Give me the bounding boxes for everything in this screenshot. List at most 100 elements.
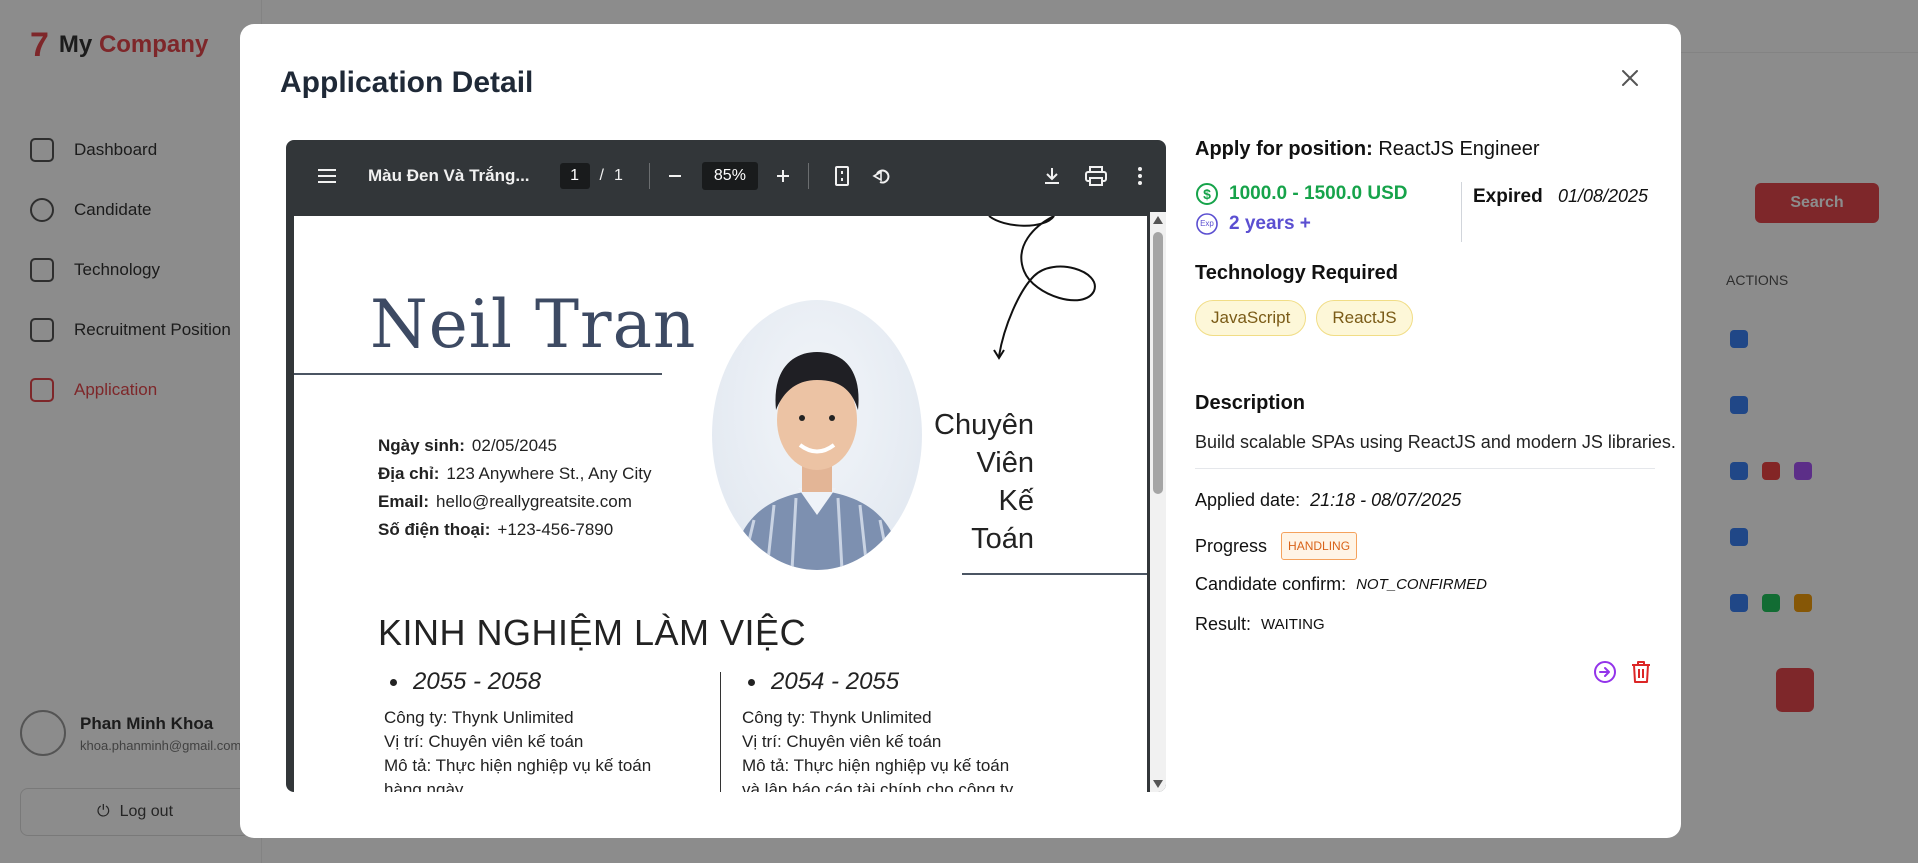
info-row: Số điện thoại: +123-456-7890 [378, 516, 651, 544]
progress-label: Progress [1195, 535, 1268, 556]
zoom-in-button[interactable] [768, 161, 798, 191]
proceed-button[interactable] [1591, 658, 1619, 686]
info-label: Số điện thoại: [378, 520, 491, 539]
modal-title: Application Detail [280, 66, 534, 99]
scrollbar-thumb[interactable] [1153, 232, 1163, 494]
salary-range: 1000.0 - 1500.0 USD [1229, 183, 1408, 204]
meta-divider [1461, 182, 1462, 242]
experience-item: 2054 - 2055 Công ty: Thynk Unlimited Vị … [736, 668, 1013, 792]
pdf-file-name: Màu Đen Và Trắng... [368, 166, 530, 185]
job-meta: $ 1000.0 - 1500.0 USD Exp 2 years + Expi… [1195, 182, 1655, 244]
column-divider [720, 672, 721, 792]
experience-years: 2054 - 2055 [736, 668, 1013, 696]
applied-value: 21:18 - 08/07/2025 [1310, 490, 1462, 510]
technology-tag: ReactJS [1316, 300, 1413, 336]
resume-photo [712, 300, 922, 570]
menu-icon[interactable] [312, 161, 342, 191]
result-label: Result: [1195, 614, 1252, 634]
confirm-value: NOT_CONFIRMED [1356, 576, 1487, 593]
toolbar-divider [648, 163, 650, 189]
position-name: ReactJS Engineer [1378, 138, 1540, 160]
description-title: Description [1195, 392, 1306, 414]
zoom-out-button[interactable] [660, 161, 690, 191]
experience-icon: Exp [1195, 212, 1219, 236]
application-details: Apply for position: ReactJS Engineer $ 1… [1195, 138, 1676, 683]
rotate-icon [872, 169, 890, 184]
resume-contact-info: Ngày sinh: 02/05/2045 Địa chỉ: 123 Anywher… [378, 432, 651, 544]
resume-name: Neil Tran [370, 286, 697, 363]
more-options-button[interactable] [1125, 161, 1155, 191]
experience-line: Vị trí: Chuyên viên kế toán [384, 732, 584, 751]
experience-line: Công ty: Thynk Unlimited [384, 708, 574, 727]
expired-value: 01/08/2025 [1557, 186, 1649, 206]
info-value: hello@reallygreatsite.com [436, 492, 632, 511]
apply-position: Apply for position: ReactJS Engineer [1195, 138, 1655, 161]
decorative-swirl [988, 216, 1096, 360]
minus-icon [668, 175, 681, 177]
application-detail-modal: Application Detail Màu Đen Và Trắng... 1… [240, 24, 1681, 838]
download-button[interactable] [1037, 161, 1067, 191]
experience-years: 2055 - 2058 [378, 668, 651, 696]
experience-required: Exp 2 years + [1195, 212, 1311, 236]
experience-line: hàng ngày. [384, 780, 467, 792]
experience-item: 2055 - 2058 Công ty: Thynk Unlimited Vị … [378, 668, 651, 792]
info-row: Email: hello@reallygreatsite.com [378, 488, 651, 516]
salary: $ 1000.0 - 1500.0 USD [1195, 182, 1408, 206]
technology-title: Technology Required [1195, 262, 1398, 284]
info-row: Địa chỉ: 123 Anywhere St., Any City [378, 460, 651, 488]
application-actions [1195, 658, 1655, 688]
role-line: Toán [971, 523, 1034, 555]
experience-years-text: 2055 - 2058 [413, 668, 542, 695]
divider [962, 573, 1147, 575]
fit-page-icon [834, 166, 849, 186]
delete-button[interactable] [1627, 658, 1655, 686]
page-separator: / [599, 167, 604, 184]
expired-date: Expired 01/08/2025 [1473, 186, 1648, 208]
pdf-scrollbar[interactable] [1150, 212, 1166, 792]
divider [294, 373, 662, 375]
toolbar-divider [807, 163, 809, 189]
arrow-right-circle-icon [1594, 661, 1616, 683]
candidate-confirm: Candidate confirm: NOT_CONFIRMED [1195, 574, 1487, 595]
pdf-viewer[interactable]: Màu Đen Và Trắng... 1 / 1 85% Neil Tran … [286, 140, 1166, 792]
info-value: 02/05/2045 [471, 436, 557, 455]
experience-value: 2 years + [1229, 213, 1311, 234]
progress: Progress HANDLING [1195, 530, 1358, 562]
resume-section-title: KINH NGHIỆM LÀM VIỆC [378, 612, 807, 653]
info-row: Ngày sinh: 02/05/2045 [378, 432, 651, 460]
rotate-button[interactable] [867, 161, 897, 191]
experience-years-text: 2054 - 2055 [771, 668, 900, 695]
experience-line: Công ty: Thynk Unlimited [742, 708, 932, 727]
experience-line: và lập báo cáo tài chính cho công ty [742, 780, 1014, 792]
info-value: 123 Anywhere St., Any City [446, 464, 652, 483]
dollar-icon: $ [1196, 183, 1218, 205]
close-button[interactable] [1612, 60, 1648, 96]
applied-label: Applied date: [1195, 490, 1301, 510]
pdf-page: Neil Tran Ngày sinh: 02/05/2045 Địa chỉ: 1… [294, 216, 1147, 792]
result: Result: WAITING [1195, 614, 1325, 635]
print-icon [1084, 166, 1107, 186]
experience-line: Vị trí: Chuyên viên kế toán [742, 732, 942, 751]
page-number-input[interactable]: 1 [559, 163, 590, 189]
bullet [390, 678, 397, 686]
role-line: Chuyên [934, 409, 1034, 441]
resume-role: Chuyên Viên Kế Toán [894, 406, 1034, 558]
scroll-down-icon[interactable] [1153, 780, 1163, 788]
more-vertical-icon [1137, 167, 1142, 185]
role-line: Kế [998, 485, 1034, 517]
technology-tags: JavaScript ReactJS [1195, 300, 1413, 336]
divider [1195, 468, 1655, 469]
confirm-label: Candidate confirm: [1195, 574, 1347, 594]
info-label: Email: [378, 492, 430, 511]
zoom-input[interactable]: 85% [701, 162, 758, 190]
fit-page-button[interactable] [827, 161, 857, 191]
print-button[interactable] [1081, 161, 1111, 191]
bullet [748, 678, 755, 686]
result-value: WAITING [1261, 616, 1325, 633]
role-line: Viên [976, 447, 1034, 479]
expired-label: Expired [1473, 186, 1543, 207]
status-badge: HANDLING [1281, 532, 1358, 560]
technology-tag: JavaScript [1195, 300, 1307, 336]
info-label: Ngày sinh: [378, 436, 465, 455]
scroll-up-icon[interactable] [1153, 216, 1163, 224]
